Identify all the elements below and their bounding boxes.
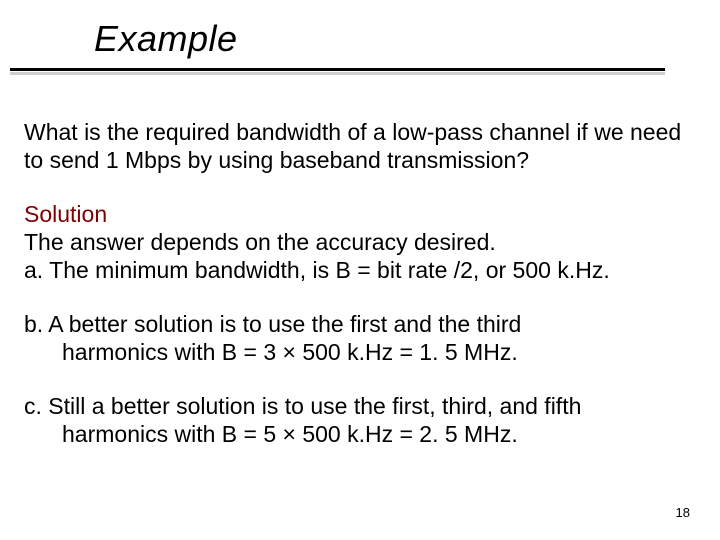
slide-title: Example bbox=[94, 18, 238, 60]
solution-label: Solution bbox=[24, 201, 107, 227]
title-underline-light bbox=[10, 72, 665, 75]
solution-block-a: Solution The answer depends on the accur… bbox=[24, 200, 690, 284]
solution-block-c: c. Still a better solution is to use the… bbox=[24, 392, 690, 448]
page-number: 18 bbox=[676, 505, 690, 520]
solution-block-b: b. A better solution is to use the first… bbox=[24, 310, 690, 366]
slide: Example What is the required bandwidth o… bbox=[0, 0, 720, 540]
solution-item-b-line1: b. A better solution is to use the first… bbox=[24, 310, 690, 338]
slide-body: What is the required bandwidth of a low-… bbox=[24, 118, 690, 474]
question-text: What is the required bandwidth of a low-… bbox=[24, 118, 690, 174]
title-underline-dark bbox=[10, 68, 665, 71]
solution-item-c-line2: harmonics with B = 5 × 500 k.Hz = 2. 5 M… bbox=[24, 420, 690, 448]
solution-item-a: a. The minimum bandwidth, is B = bit rat… bbox=[24, 256, 690, 284]
solution-intro: The answer depends on the accuracy desir… bbox=[24, 228, 690, 256]
solution-item-b-line2: harmonics with B = 3 × 500 k.Hz = 1. 5 M… bbox=[24, 338, 690, 366]
solution-item-c-line1: c. Still a better solution is to use the… bbox=[24, 392, 690, 420]
